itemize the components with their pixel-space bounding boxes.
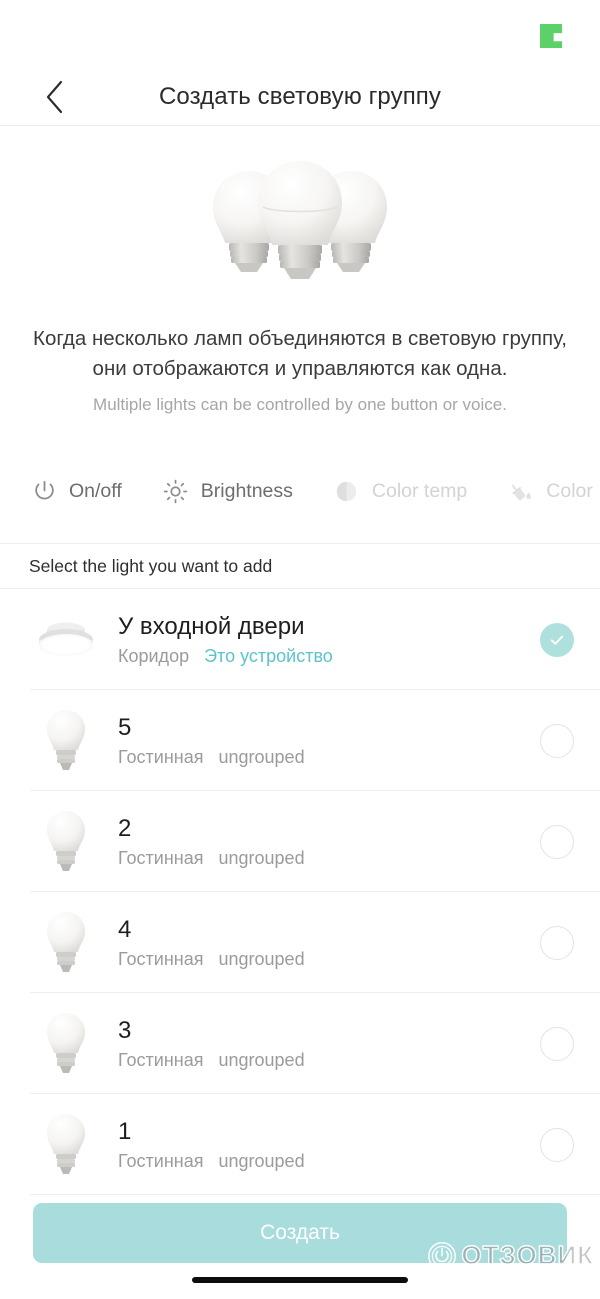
description-ru: Когда несколько ламп объединяются в свет…: [33, 327, 567, 380]
status-bar: [0, 0, 600, 68]
device-name: 3: [118, 1017, 132, 1044]
device-info: 4 Гостинная ungrouped: [118, 915, 540, 970]
capability-label: Color temp: [371, 479, 468, 502]
check-icon: [550, 635, 564, 645]
hero-section: Когда несколько ламп объединяются в свет…: [0, 126, 600, 417]
device-checkbox[interactable]: [540, 824, 574, 859]
watermark: ОТЗОВИК: [427, 1239, 594, 1271]
ceiling-lamp-icon: [30, 604, 102, 676]
bulb-icon: [30, 1109, 102, 1181]
capability-label: Color: [546, 479, 593, 502]
section-label: Select the light you want to add: [29, 555, 273, 576]
device-meta: Гостинная ungrouped: [118, 949, 540, 970]
device-room: Гостинная: [118, 1151, 204, 1171]
power-button-logo-icon: [428, 1241, 457, 1270]
device-checkbox-selected[interactable]: [540, 622, 574, 657]
table-row[interactable]: 5 Гостинная ungrouped: [0, 690, 600, 791]
page-title: Создать световую группу: [159, 82, 441, 110]
watermark-text: ОТЗОВИК: [461, 1239, 594, 1270]
description-block: Когда несколько ламп объединяются в свет…: [33, 324, 567, 417]
device-info: 5 Гостинная ungrouped: [118, 713, 540, 768]
bulb-icon: [30, 806, 102, 878]
device-name: 4: [118, 916, 132, 943]
device-meta: Гостинная ungrouped: [118, 1050, 540, 1071]
device-checkbox[interactable]: [540, 925, 574, 960]
three-light-bulbs-illustration: [0, 152, 600, 302]
bulb-icon: [30, 1008, 102, 1080]
select-light-section-header: Select the light you want to add: [0, 543, 600, 589]
table-row[interactable]: 3 Гостинная ungrouped: [0, 993, 600, 1094]
navigation-bar: Создать световую группу: [0, 68, 600, 126]
home-indicator[interactable]: [192, 1277, 408, 1283]
device-meta: Коридор Это устройство: [118, 646, 540, 667]
capability-on-off: On/off: [30, 477, 122, 505]
device-list: У входной двери Коридор Это устройство 5…: [0, 589, 600, 1195]
device-name: 2: [118, 815, 132, 842]
create-button-label: Создать: [260, 1221, 340, 1244]
device-room: Гостинная: [118, 848, 204, 868]
green-square-badge-icon: [540, 24, 562, 48]
device-checkbox[interactable]: [540, 723, 574, 758]
table-row[interactable]: 4 Гостинная ungrouped: [0, 892, 600, 993]
device-group: ungrouped: [218, 1050, 305, 1070]
bulb-icon: [30, 705, 102, 777]
capability-brightness: Brightness: [162, 477, 293, 505]
footer-bar: Создать ОТЗОВИК: [0, 1195, 600, 1299]
device-room: Гостинная: [118, 949, 204, 969]
sun-brightness-icon: [162, 477, 190, 505]
device-name: У входной двери: [118, 613, 305, 640]
device-group: ungrouped: [218, 1151, 305, 1171]
device-meta: Гостинная ungrouped: [118, 1151, 540, 1172]
description-en: Multiple lights can be controlled by one…: [93, 395, 507, 414]
device-name: 1: [118, 1118, 132, 1145]
device-info: 1 Гостинная ungrouped: [118, 1117, 540, 1172]
device-room: Коридор: [118, 646, 190, 666]
back-button[interactable]: [38, 80, 72, 114]
device-group: ungrouped: [218, 747, 305, 767]
device-info: 3 Гостинная ungrouped: [118, 1016, 540, 1071]
table-row[interactable]: У входной двери Коридор Это устройство: [0, 589, 600, 690]
chevron-left-icon: [46, 80, 63, 113]
capability-color: Color: [507, 477, 593, 505]
device-checkbox[interactable]: [540, 1026, 574, 1061]
device-room: Гостинная: [118, 747, 204, 767]
device-meta: Гостинная ungrouped: [118, 747, 540, 768]
app-screen: Создать световую группу Когда несколько …: [0, 0, 600, 1299]
device-group: ungrouped: [218, 949, 305, 969]
capability-color-temp: Color temp: [333, 477, 467, 505]
device-info: 2 Гостинная ungrouped: [118, 814, 540, 869]
device-group: ungrouped: [218, 848, 305, 868]
device-name: 5: [118, 714, 132, 741]
capability-list: On/off Brightness Color temp Color: [0, 467, 600, 515]
device-meta: Гостинная ungrouped: [118, 848, 540, 869]
power-icon: [30, 477, 58, 505]
table-row[interactable]: 1 Гостинная ungrouped: [0, 1094, 600, 1195]
capability-label: On/off: [69, 479, 122, 502]
device-room: Гостинная: [118, 1050, 204, 1070]
bulb-icon: [30, 907, 102, 979]
half-circle-icon: [333, 477, 361, 505]
device-info: У входной двери Коридор Это устройство: [118, 612, 540, 667]
device-checkbox[interactable]: [540, 1127, 574, 1162]
capability-label: Brightness: [200, 479, 293, 502]
this-device-link[interactable]: Это устройство: [204, 646, 333, 667]
paint-bucket-icon: [507, 477, 535, 505]
table-row[interactable]: 2 Гостинная ungrouped: [0, 791, 600, 892]
